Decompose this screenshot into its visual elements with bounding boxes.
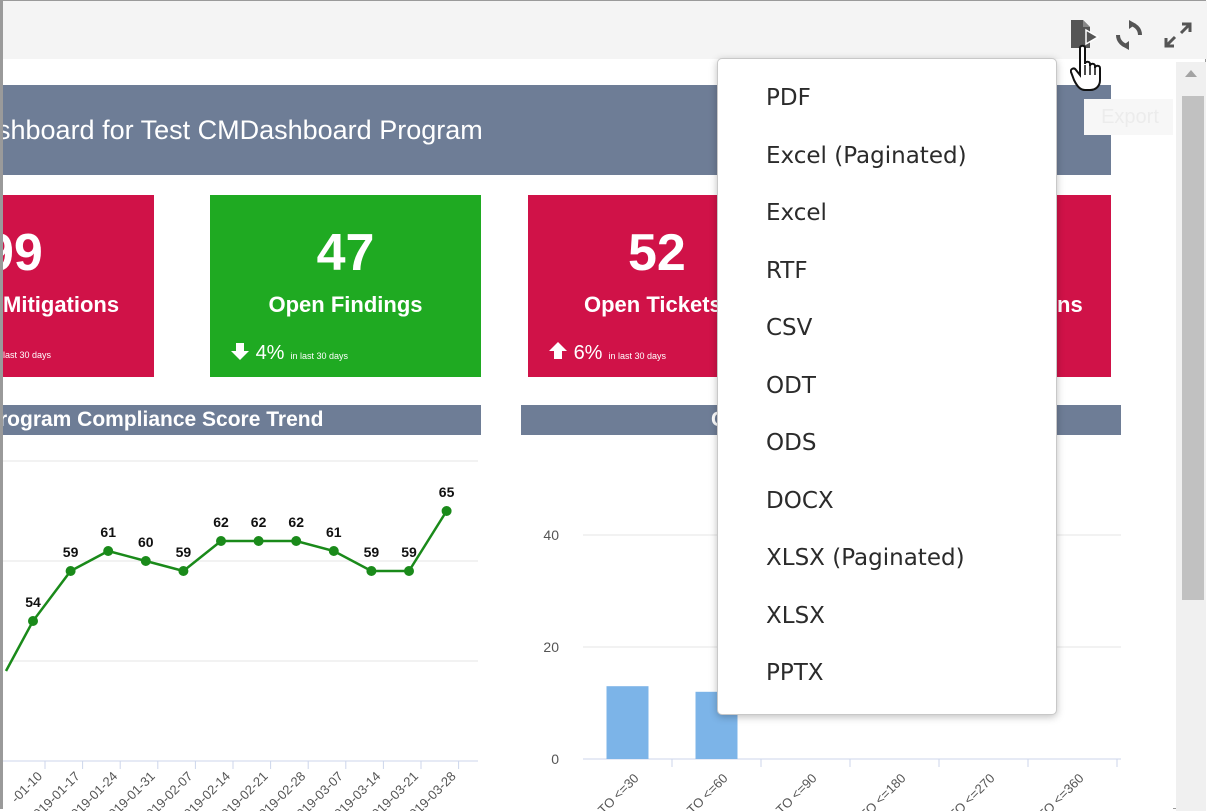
data-label: 62: [288, 514, 304, 530]
data-label: 61: [326, 524, 342, 540]
dashboard-title: shboard for Test CMDashboard Program: [3, 115, 483, 145]
expand-icon[interactable]: [1162, 20, 1194, 50]
hand-pointer-icon: [1069, 44, 1106, 92]
data-label: 60: [138, 534, 154, 550]
kpi-note: last 30 days: [3, 350, 52, 360]
x-tick-label: >30 TO <=60: [666, 771, 731, 811]
kpi-label: Open Tickets: [584, 292, 722, 317]
kpi-tile-open-findings[interactable]: 47 Open Findings 4% in last 30 days: [210, 195, 481, 377]
kpi-note: in last 30 days: [290, 351, 349, 361]
data-point: [328, 546, 339, 556]
export-option-ods[interactable]: ODS: [766, 430, 816, 456]
data-label: 62: [213, 514, 229, 530]
kpi-change-value: 4%: [255, 342, 285, 364]
export-option-excel-paginated[interactable]: Excel (Paginated): [766, 143, 967, 169]
export-option-rtf[interactable]: RTF: [766, 258, 808, 284]
data-point: [140, 556, 151, 566]
data-point: [28, 616, 38, 626]
data-label: 54: [25, 594, 41, 610]
x-tick-label: >60 TO <=90: [755, 771, 820, 811]
data-label: 65: [439, 484, 455, 500]
export-option-csv[interactable]: CSV: [766, 315, 812, 341]
refresh-icon[interactable]: [1114, 20, 1144, 50]
kpi-tile-open-tickets[interactable]: 52 Open Tickets 6% in last 30 days: [528, 195, 728, 377]
scroll-up-arrow-icon[interactable]: [1185, 70, 1197, 77]
data-label: 62: [251, 514, 267, 530]
y-tick-label: 40: [543, 527, 559, 543]
data-label: 61: [100, 524, 116, 540]
kpi-label: Mitigations: [3, 292, 120, 317]
x-tick-label: >180 TO <=270: [923, 771, 998, 811]
export-option-excel[interactable]: Excel: [766, 200, 827, 226]
export-button-ghost[interactable]: Export: [1084, 99, 1173, 135]
export-format-menu: PDF Excel (Paginated) Excel RTF CSV ODT ODS DOC…: [717, 58, 1057, 715]
compliance-trend-header: rogram Compliance Score Trend: [3, 405, 481, 435]
kpi-value: 52: [628, 224, 686, 282]
data-point: [103, 546, 114, 556]
data-label: 59: [176, 544, 192, 560]
x-tick-label: >270 TO <=360: [1012, 771, 1087, 811]
scrollbar-thumb[interactable]: [1182, 96, 1204, 600]
widget-toolbar: [3, 1, 1207, 59]
export-option-xlsx[interactable]: XLSX: [766, 603, 825, 629]
export-option-odt[interactable]: ODT: [766, 373, 816, 399]
compliance-trend-title: rogram Compliance Score Trend: [3, 408, 324, 431]
x-tick-label: >90 TO <=180: [839, 771, 909, 811]
y-tick-label: 0: [551, 751, 559, 767]
data-label: 59: [364, 544, 380, 560]
kpi-value: 47: [316, 224, 375, 282]
export-option-xlsx-paginated[interactable]: XLSX (Paginated): [766, 545, 965, 571]
data-point: [253, 536, 264, 546]
data-point: [216, 536, 226, 546]
x-tick-label: 0 TO <=30: [587, 771, 641, 811]
kpi-change-value: 6%: [573, 342, 603, 364]
series-line: [4, 510, 448, 672]
data-point: [291, 536, 302, 546]
data-point: [65, 566, 76, 576]
kpi-label: ns: [1057, 292, 1083, 317]
data-point: [366, 566, 377, 576]
kpi-label: Open Findings: [268, 292, 423, 317]
kpi-note: in last 30 days: [608, 351, 667, 361]
kpi-change: 6% in last 30 days: [548, 341, 666, 365]
bar: [606, 686, 649, 759]
data-label: 59: [401, 544, 417, 560]
kpi-change: 4% in last 30 days: [230, 341, 348, 365]
data-label: 59: [63, 544, 79, 560]
kpi-tile-fourth[interactable]: ns: [1055, 195, 1111, 377]
export-option-pdf[interactable]: PDF: [766, 85, 811, 111]
arrow-down-icon: [231, 343, 249, 360]
export-option-pptx[interactable]: PPTX: [766, 660, 824, 686]
compliance-score-line-chart: 545961605962 62 626159 5965-01-102019-01-17…: [3, 460, 478, 811]
kpi-tile-mitigations[interactable]: 99 Mitigations last 30 days: [3, 195, 154, 377]
kpi-value: 99: [3, 224, 43, 282]
arrow-up-icon: [549, 342, 567, 359]
data-point: [441, 506, 452, 516]
data-point: [404, 566, 414, 576]
data-point: [178, 566, 189, 576]
export-option-docx[interactable]: DOCX: [766, 488, 834, 514]
y-tick-label: 20: [543, 639, 559, 655]
